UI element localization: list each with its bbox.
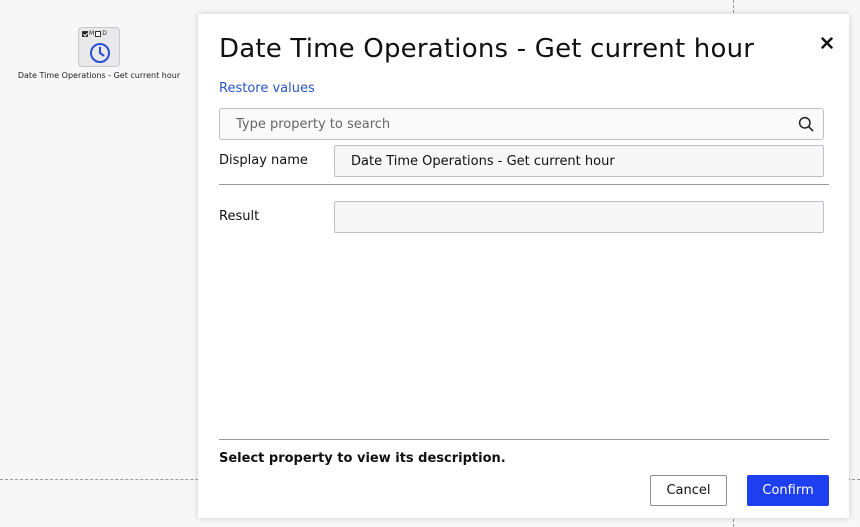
flag-d-checkbox[interactable] <box>95 30 102 37</box>
flag-m-checkbox[interactable] <box>82 30 88 37</box>
display-name-field[interactable] <box>334 145 824 177</box>
dialog-title: Date Time Operations - Get current hour <box>219 34 755 64</box>
cancel-button[interactable]: Cancel <box>650 475 727 506</box>
clock-icon <box>90 43 110 63</box>
property-search <box>219 108 824 140</box>
node-caption: Date Time Operations - Get current hour <box>17 71 181 80</box>
flow-node[interactable]: M D <box>78 27 120 67</box>
result-field[interactable] <box>334 201 824 233</box>
description-divider <box>219 439 829 440</box>
search-icon[interactable] <box>798 116 814 132</box>
node-flags: M D <box>82 30 107 37</box>
property-description: Select property to view its description. <box>219 451 506 466</box>
restore-values-link[interactable]: Restore values <box>219 81 315 96</box>
properties-dialog: Date Time Operations - Get current hour … <box>198 14 849 518</box>
confirm-button[interactable]: Confirm <box>747 475 829 506</box>
close-button[interactable] <box>818 36 836 54</box>
display-name-label: Display name <box>219 153 308 168</box>
property-divider <box>219 184 829 185</box>
close-icon <box>821 37 833 49</box>
property-search-input[interactable] <box>220 109 790 139</box>
result-label: Result <box>219 209 260 224</box>
flag-m-label: M <box>89 30 95 37</box>
flag-d-label: D <box>102 30 107 37</box>
